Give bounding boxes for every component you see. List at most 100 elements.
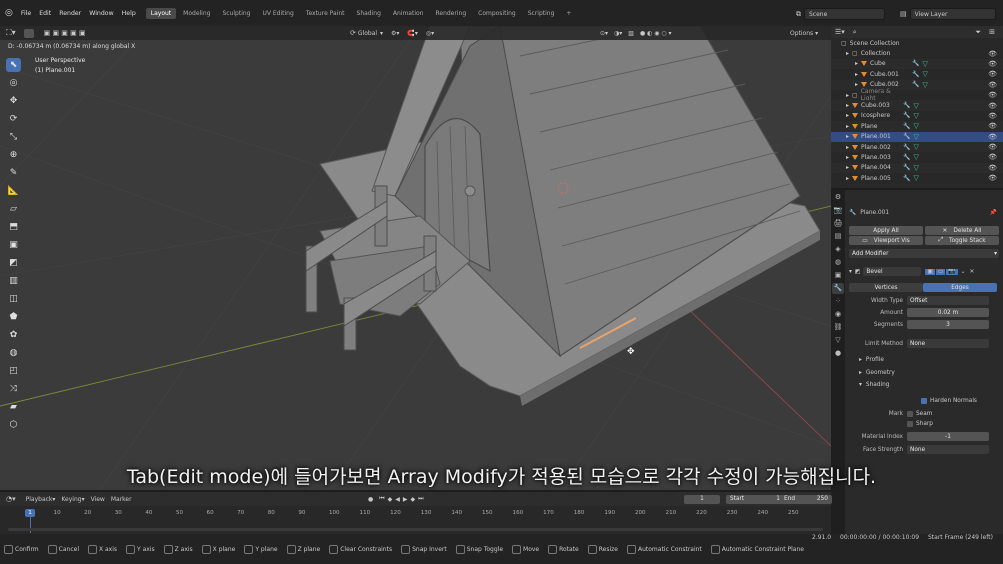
edge-slide-tool-icon[interactable]: ◰ xyxy=(6,364,21,378)
tab-uv-editing[interactable]: UV Editing xyxy=(257,8,298,19)
outliner-item[interactable]: ▸ Plane.001 🔧 ▽ 👁 xyxy=(831,131,1003,142)
orientation-dropdown[interactable]: ⟳ Global ▾ ⚙▾ 🧲▾ ◎▾ xyxy=(350,29,434,37)
amount-field[interactable]: 0.02 m xyxy=(907,308,989,317)
scene-render[interactable]: ✥ xyxy=(0,26,831,490)
shading-icons[interactable]: ● ◐ ◉ ○ ▾ xyxy=(640,30,672,37)
proportional-icon[interactable]: ◎▾ xyxy=(426,30,434,37)
tab-rendering[interactable]: Rendering xyxy=(430,8,471,19)
expand-arrow-icon[interactable]: ▸ xyxy=(846,102,849,109)
menu-render[interactable]: Render xyxy=(55,10,85,17)
tab-scripting[interactable]: Scripting xyxy=(523,8,560,19)
delete-all-button[interactable]: ✕ Delete All xyxy=(925,226,999,235)
bevel-tool-icon[interactable]: ◩ xyxy=(6,256,21,270)
apply-all-button[interactable]: Apply All xyxy=(849,226,923,235)
timeline-scrollbar[interactable] xyxy=(8,528,823,531)
outliner-item[interactable]: ▸ ▢ Camera & Light 👁 xyxy=(831,88,1003,102)
3d-viewport[interactable]: ✥ ⛶▾ ▣ ▣ ▣ ▣ ▣ ⟳ Global ▾ ⚙▾ 🧲▾ ◎▾ ⊙▾ ◑▾… xyxy=(0,26,831,490)
knife-tool-icon[interactable]: ◫ xyxy=(6,292,21,306)
pivot-icon[interactable]: ⚙▾ xyxy=(391,30,399,37)
expand-arrow-icon[interactable]: ▸ xyxy=(846,133,849,140)
new-collection-icon[interactable]: ⊞ xyxy=(989,28,995,36)
blender-logo-icon[interactable]: ◎ xyxy=(5,8,13,18)
move-tool-icon[interactable]: ✥ xyxy=(6,94,21,108)
outliner-item[interactable]: ▸ Plane 🔧 ▽ 👁 xyxy=(831,121,1003,132)
expand-arrow-icon[interactable]: ▸ xyxy=(846,154,849,161)
menu-file[interactable]: File xyxy=(17,10,35,17)
material-tab-icon[interactable]: ● xyxy=(832,348,844,359)
modifier-wrench-icon[interactable]: 🔧 xyxy=(903,175,910,182)
tab-shading[interactable]: Shading xyxy=(352,8,386,19)
mesh-data-icon[interactable]: ▽ xyxy=(914,122,919,130)
expand-arrow-icon[interactable]: ▸ xyxy=(846,175,849,182)
filter-icon[interactable]: ⏷ xyxy=(975,28,981,37)
viewport-vis-button[interactable]: ▭ Viewport Vis xyxy=(849,236,923,245)
scene-tab-icon[interactable]: ◈ xyxy=(832,244,844,255)
harden-normals-checkbox[interactable] xyxy=(921,397,927,404)
shear-tool-icon[interactable]: ▰ xyxy=(6,400,21,414)
output-tab-icon[interactable]: 🖨 xyxy=(832,218,844,229)
visibility-eye-icon[interactable]: 👁 xyxy=(988,112,997,120)
modifier-wrench-icon[interactable]: 🔧 xyxy=(903,112,910,119)
outliner-item[interactable]: ▸ Plane.004 🔧 ▽ 👁 xyxy=(831,162,1003,174)
collapse-icon[interactable]: ▾ xyxy=(849,269,852,275)
modifier-menu-icon[interactable]: ⌄ xyxy=(961,269,966,275)
add-workspace-button[interactable]: + xyxy=(561,8,576,19)
editor-type-icon[interactable]: ⛶▾ xyxy=(6,28,16,38)
tab-layout[interactable]: Layout xyxy=(145,7,177,19)
outliner-item[interactable]: ▸ Cube 🔧 ▽ 👁 xyxy=(831,58,1003,70)
tool-tab-icon[interactable]: ⚙ xyxy=(832,192,844,203)
outliner-item[interactable]: ▸ Plane.005 🔧 ▽ 👁 xyxy=(831,173,1003,183)
mesh-data-icon[interactable]: ▽ xyxy=(914,102,919,110)
sharp-checkbox[interactable] xyxy=(907,420,913,427)
modifier-wrench-icon[interactable]: 🔧 xyxy=(903,154,910,161)
data-tab-icon[interactable]: ▽ xyxy=(832,335,844,346)
mesh-data-icon[interactable]: ▽ xyxy=(923,81,928,89)
modifier-wrench-icon[interactable]: 🔧 xyxy=(912,71,919,78)
visibility-eye-icon[interactable]: 👁 xyxy=(988,70,997,78)
mesh-data-icon[interactable]: ▽ xyxy=(914,143,919,151)
transform-tool-icon[interactable]: ⊕ xyxy=(6,148,21,162)
outliner-item[interactable]: ▸ Cube.001 🔧 ▽ 👁 xyxy=(831,69,1003,79)
visibility-eye-icon[interactable]: 👁 xyxy=(988,164,997,172)
modifier-tab-icon[interactable]: 🔧 xyxy=(832,283,844,294)
outliner-search-icon[interactable]: ⌕ xyxy=(853,28,857,37)
overlay-icon[interactable]: ◑▾ xyxy=(614,30,622,37)
world-tab-icon[interactable]: ◍ xyxy=(832,257,844,268)
edit-mode-toggle-icon[interactable]: ▣ xyxy=(925,268,935,275)
tab-sculpting[interactable]: Sculpting xyxy=(217,8,255,19)
overlay-controls[interactable]: ⊙▾ ◑▾ ▧ ● ◐ ◉ ○ ▾ xyxy=(600,30,672,37)
geometry-subpanel[interactable]: ▸ Geometry xyxy=(845,367,1003,378)
constraints-tab-icon[interactable]: ⛓ xyxy=(832,322,844,333)
particles-tab-icon[interactable]: ⁘ xyxy=(832,296,844,307)
expand-arrow-icon[interactable]: ▸ xyxy=(846,123,849,130)
tab-texture-paint[interactable]: Texture Paint xyxy=(301,8,350,19)
toggle-stack-button[interactable]: ⤢ Toggle Stack xyxy=(925,236,999,245)
mode-icons[interactable]: ▣ ▣ ▣ ▣ ▣ xyxy=(44,29,86,37)
rip-tool-icon[interactable]: ⬡ xyxy=(6,418,21,432)
inset-tool-icon[interactable]: ▣ xyxy=(6,238,21,252)
mesh-data-icon[interactable]: ▽ xyxy=(923,70,928,78)
expand-arrow-icon[interactable]: ▸ xyxy=(846,164,849,171)
visibility-eye-icon[interactable]: 👁 xyxy=(988,81,997,89)
playhead[interactable]: 1 xyxy=(25,509,35,517)
expand-arrow-icon[interactable]: ▸ xyxy=(855,71,858,78)
cursor-tool-icon[interactable]: ◎ xyxy=(6,76,21,90)
measure-tool-icon[interactable]: 📐 xyxy=(6,184,21,198)
viewport-toggle-icon[interactable]: ▭ xyxy=(935,268,946,275)
scale-tool-icon[interactable]: ⤡ xyxy=(6,130,21,144)
outliner-item[interactable]: ▸ ▢ Collection 👁 xyxy=(831,48,1003,58)
seam-checkbox[interactable] xyxy=(907,410,913,417)
gizmo-icon[interactable]: ⊙▾ xyxy=(600,30,608,37)
visibility-eye-icon[interactable]: 👁 xyxy=(988,143,997,151)
vertices-toggle[interactable]: Vertices xyxy=(849,283,923,292)
options-dropdown[interactable]: Options ▾ xyxy=(790,30,818,37)
render-toggle-icon[interactable]: 📷 xyxy=(946,268,958,275)
visibility-eye-icon[interactable]: 👁 xyxy=(988,60,997,68)
visibility-eye-icon[interactable]: 👁 xyxy=(988,153,997,161)
scene-field[interactable]: Scene xyxy=(804,8,885,20)
object-tab-icon[interactable]: ▣ xyxy=(832,270,844,281)
modifier-wrench-icon[interactable]: 🔧 xyxy=(912,60,919,67)
view-layer-field[interactable]: View Layer xyxy=(909,8,996,20)
remove-modifier-icon[interactable]: ✕ xyxy=(969,269,974,275)
expand-arrow-icon[interactable]: ▸ xyxy=(846,144,849,151)
